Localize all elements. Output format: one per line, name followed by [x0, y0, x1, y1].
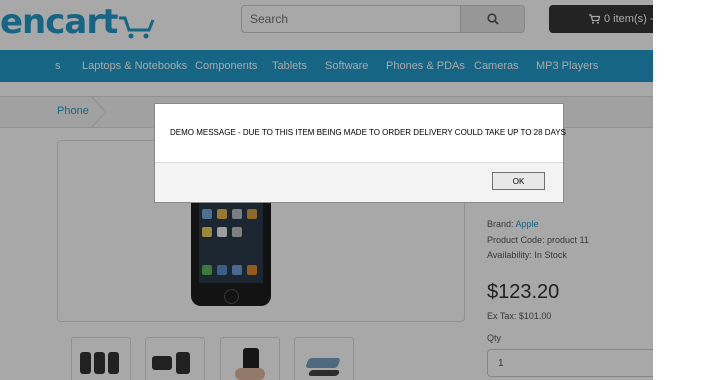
- dialog-message-area: DEMO MESSAGE - DUE TO THIS ITEM BEING MA…: [155, 104, 566, 163]
- alert-dialog: DEMO MESSAGE - DUE TO THIS ITEM BEING MA…: [154, 103, 566, 203]
- page-gutter: [653, 0, 710, 380]
- ok-button[interactable]: OK: [492, 172, 545, 190]
- dialog-message: DEMO MESSAGE - DUE TO THIS ITEM BEING MA…: [170, 128, 566, 137]
